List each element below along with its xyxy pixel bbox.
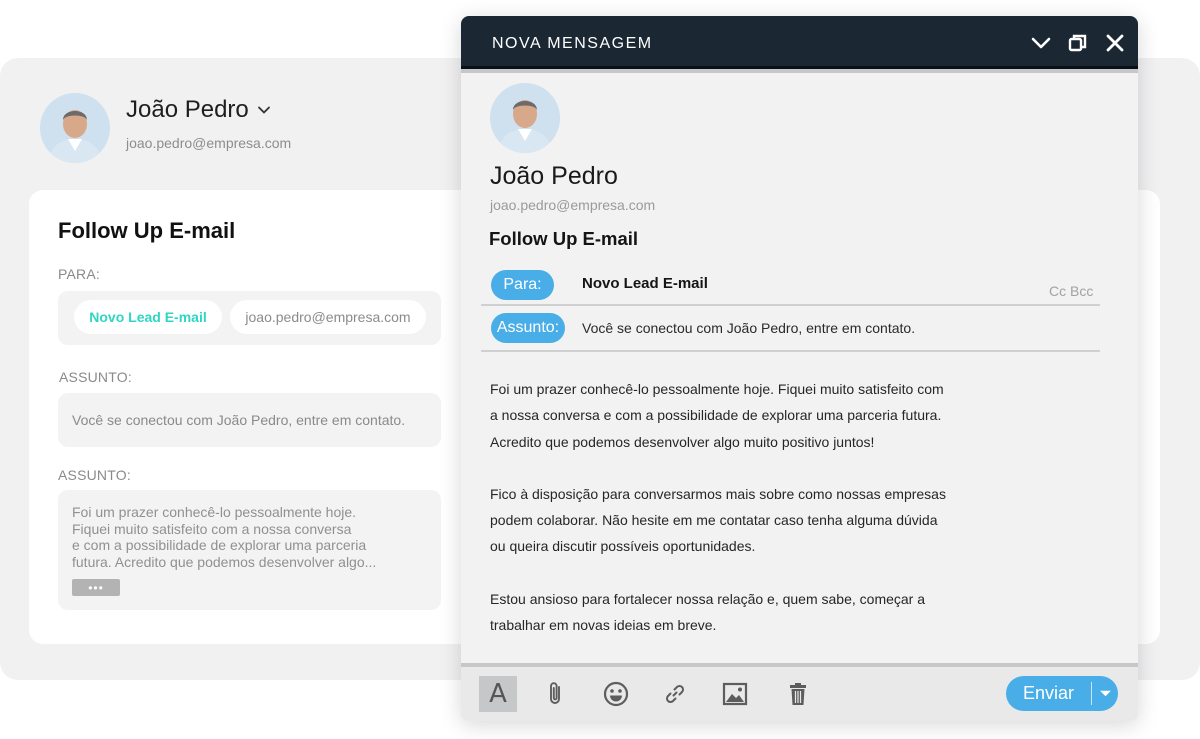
message-title: Follow Up E-mail bbox=[489, 228, 639, 249]
recipient-chip-email[interactable]: joao.pedro@empresa.com bbox=[230, 300, 426, 334]
avatar bbox=[40, 93, 110, 163]
compose-titlebar: NOVA MENSAGEM bbox=[461, 16, 1138, 69]
subject-label: ASSUNTO: bbox=[59, 369, 132, 385]
to-label-pill: Para: bbox=[491, 270, 554, 300]
restore-icon bbox=[1068, 34, 1087, 52]
body-preview-line: futura. Acredito que podemos desenvolver… bbox=[72, 553, 377, 570]
card-title: Follow Up E-mail bbox=[58, 218, 236, 243]
link-icon bbox=[665, 684, 685, 704]
body-preview-line: e com a possibilidade de explorar uma pa… bbox=[72, 537, 367, 553]
compose-window: NOVA MENSAGEM João Pedro joao.pedro@empr… bbox=[461, 16, 1138, 721]
text-format-icon: A bbox=[489, 679, 507, 709]
text-format-button[interactable]: A bbox=[479, 676, 517, 712]
body-preview-line: Foi um prazer conhecê-lo pessoalmente ho… bbox=[72, 504, 357, 520]
sender-email: joao.pedro@empresa.com bbox=[490, 197, 656, 213]
body-line: a nossa conversa e com a possibilidade d… bbox=[490, 407, 942, 424]
profile-name-text: João Pedro bbox=[126, 96, 249, 123]
restore-button[interactable] bbox=[1067, 32, 1089, 54]
body-line: podem colaborar. Não hesite em me contat… bbox=[490, 512, 938, 529]
close-icon bbox=[1106, 34, 1124, 52]
close-button[interactable] bbox=[1104, 32, 1126, 54]
header-divider bbox=[461, 69, 1138, 73]
body-preview-line: Fiquei muito satisfeito com a nossa conv… bbox=[72, 520, 352, 537]
subject-field[interactable]: Você se conectou com João Pedro, entre e… bbox=[58, 393, 441, 447]
to-label: PARA: bbox=[58, 266, 100, 282]
sender-avatar bbox=[490, 83, 560, 153]
to-field[interactable]: Novo Lead E-mail bbox=[582, 275, 708, 292]
body-line: trabalhar em novas ideias em breve. bbox=[490, 617, 717, 634]
attachment-icon bbox=[550, 682, 560, 704]
image-button[interactable] bbox=[716, 676, 754, 712]
message-body[interactable]: Foi um prazer conhecê-lo pessoalmente ho… bbox=[490, 376, 1090, 638]
trash-icon bbox=[790, 683, 806, 705]
image-icon bbox=[722, 682, 748, 706]
emoji-button[interactable] bbox=[597, 676, 635, 712]
attach-button[interactable] bbox=[537, 676, 575, 712]
minimize-button[interactable] bbox=[1030, 32, 1052, 54]
delete-button[interactable] bbox=[779, 676, 817, 712]
avatar-photo bbox=[490, 83, 560, 153]
body-line: ou queira discutir possíveis oportunidad… bbox=[490, 538, 756, 555]
sender-name: João Pedro bbox=[490, 162, 618, 190]
compose-title: NOVA MENSAGEM bbox=[492, 35, 653, 52]
body-line: Acredito que podemos desenvolver algo mu… bbox=[490, 433, 875, 450]
caret-down-icon bbox=[1099, 690, 1111, 697]
profile-name[interactable]: João Pedro bbox=[126, 96, 271, 124]
subject-label-pill: Assunto: bbox=[491, 313, 565, 343]
send-button-group: Enviar bbox=[1006, 676, 1118, 711]
body-line: Foi um prazer conhecê-lo pessoalmente ho… bbox=[490, 381, 944, 397]
recipient-chip-lead[interactable]: Novo Lead E-mail bbox=[74, 300, 222, 334]
send-options-button[interactable] bbox=[1092, 676, 1118, 711]
profile-email: joao.pedro@empresa.com bbox=[126, 135, 292, 151]
body-line: Estou ansioso para fortalecer nossa rela… bbox=[490, 590, 926, 607]
emoji-icon bbox=[603, 681, 629, 707]
send-button[interactable]: Enviar bbox=[1006, 676, 1091, 711]
subject-field[interactable]: Você se conectou com João Pedro, entre e… bbox=[582, 320, 915, 336]
cc-bcc-link[interactable]: Cc Bcc bbox=[1049, 283, 1093, 299]
body-line: Fico à disposição para conversarmos mais… bbox=[490, 485, 946, 502]
to-divider bbox=[481, 304, 1100, 306]
subject-divider bbox=[481, 350, 1100, 352]
chevron-down-icon[interactable] bbox=[257, 103, 271, 117]
body-label: ASSUNTO: bbox=[58, 467, 131, 483]
more-button[interactable]: ••• bbox=[72, 579, 120, 596]
avatar-photo bbox=[40, 93, 110, 163]
link-button[interactable] bbox=[656, 676, 694, 712]
chevron-down-icon bbox=[1031, 37, 1051, 49]
